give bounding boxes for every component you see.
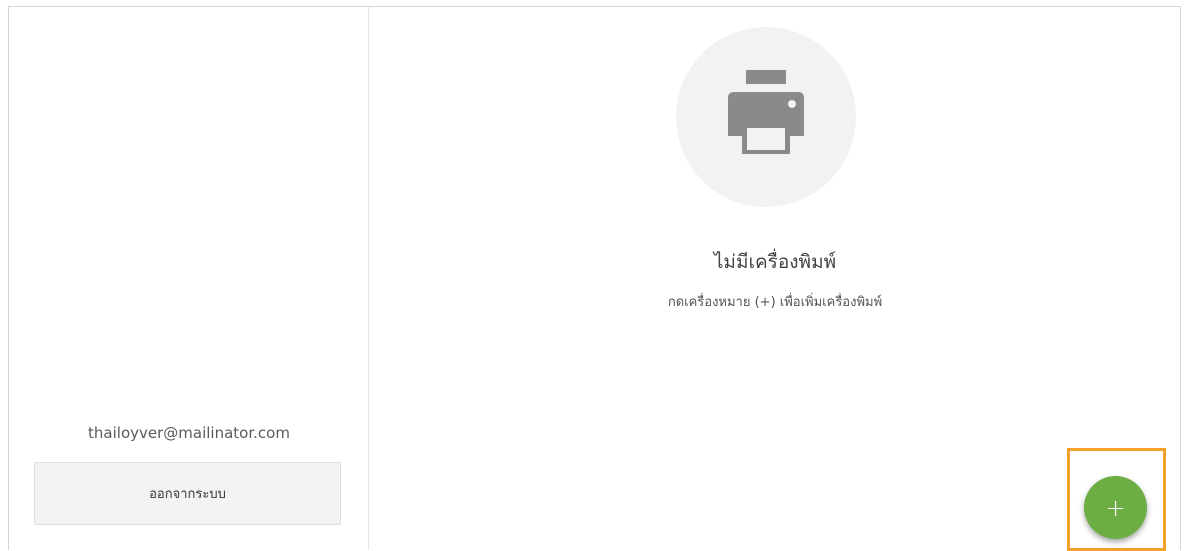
printer-list-panel: ไม่มีเครื่องพิมพ์ กดเครื่องหมาย (+) เพื่… <box>370 7 1180 551</box>
empty-state-subtitle: กดเครื่องหมาย (+) เพื่อเพิ่มเครื่องพิมพ์ <box>667 295 883 310</box>
plus-icon: + <box>1105 493 1126 522</box>
fab-highlight-box: + <box>1067 448 1166 551</box>
empty-state-title: ไม่มีเครื่องพิมพ์ <box>713 251 837 273</box>
empty-state-icon-circle <box>676 27 856 207</box>
sidebar: thailoyver@mailinator.com ออกจากระบบ <box>9 7 369 550</box>
account-email: thailoyver@mailinator.com <box>88 424 290 442</box>
add-printer-button[interactable]: + <box>1084 476 1147 539</box>
logout-button[interactable]: ออกจากระบบ <box>34 462 341 525</box>
app-window: thailoyver@mailinator.com ออกจากระบบ ไม่… <box>8 6 1181 551</box>
printer-icon <box>726 70 806 164</box>
